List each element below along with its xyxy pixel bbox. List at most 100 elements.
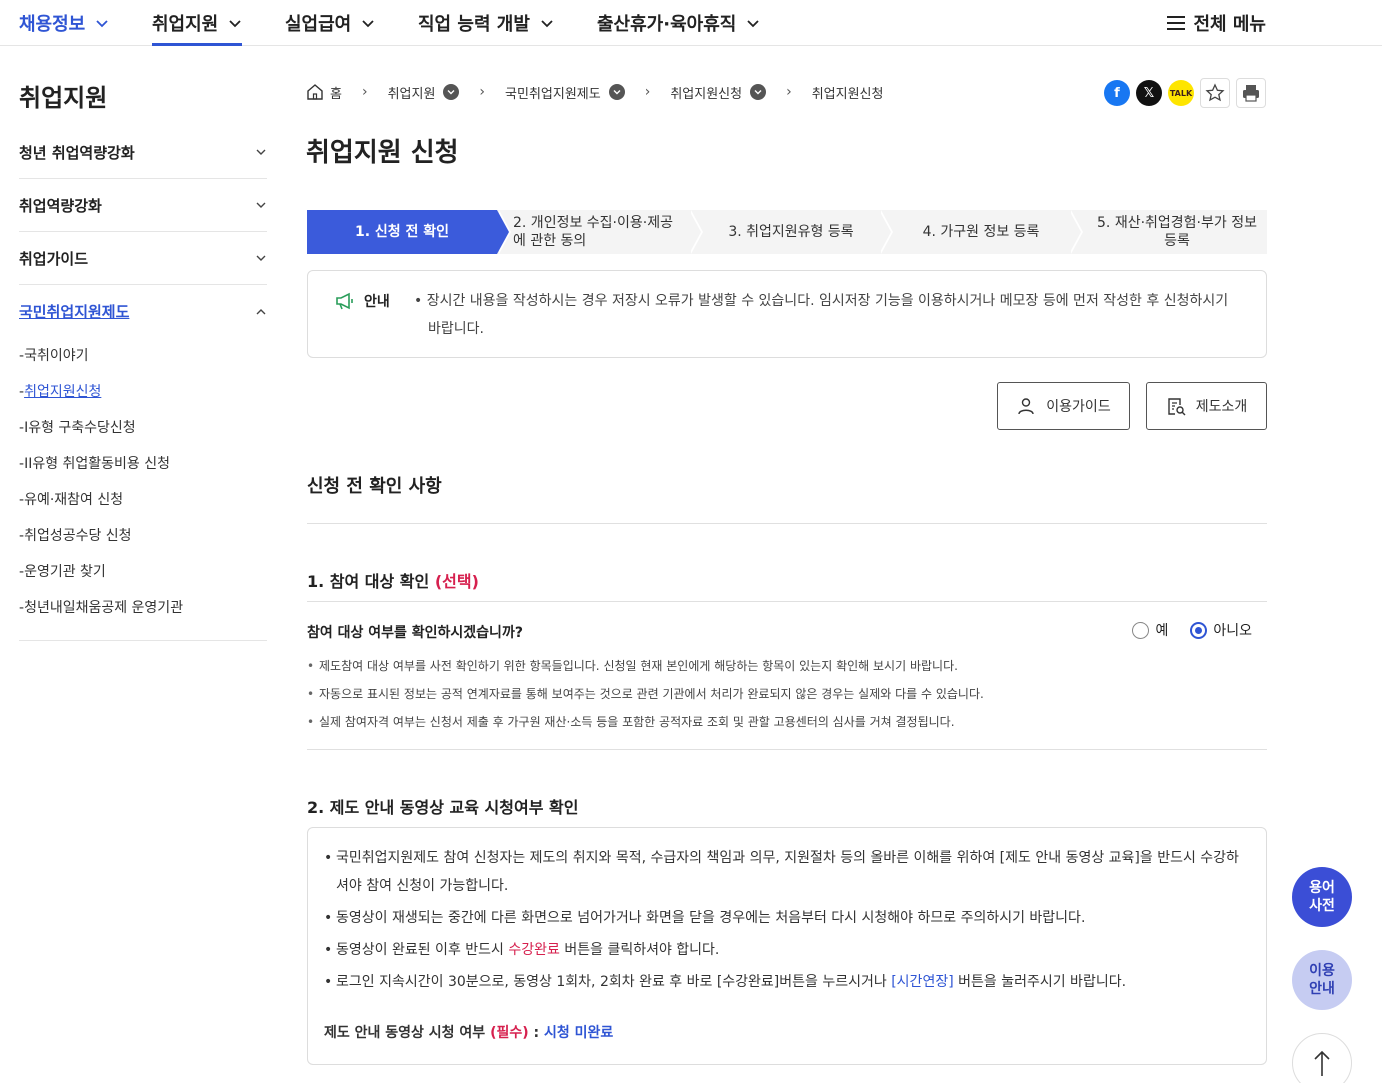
x-twitter-icon[interactable]: 𝕏 bbox=[1136, 80, 1162, 106]
breadcrumb-separator: › bbox=[479, 84, 486, 100]
step-5: 5. 재산·취업경험·부가 정보 등록 bbox=[1069, 210, 1267, 254]
chevron-down-icon bbox=[541, 20, 553, 28]
sidebar-item-national-support[interactable]: 국민취업지원제도 bbox=[19, 285, 267, 338]
sidebar-item-capability[interactable]: 취업역량강화 bbox=[19, 179, 267, 232]
step-2: 2. 개인정보 수집·이용·제공에 관한 동의 bbox=[497, 210, 703, 254]
required-tag: (필수) bbox=[490, 1025, 529, 1041]
notice-label: 안내 bbox=[364, 294, 390, 310]
scroll-top-button[interactable] bbox=[1292, 1033, 1352, 1083]
list-item: 실제 참여자격 여부는 신청서 제출 후 가구원 재산·소득 등을 포함한 공적… bbox=[307, 708, 1267, 736]
chevron-down-icon bbox=[256, 202, 266, 208]
chevron-down-icon bbox=[747, 20, 759, 28]
chevron-down-icon[interactable] bbox=[608, 84, 625, 100]
breadcrumb: 홈 › 취업지원 › 국민취업지원제도 › 취업지원신청 › 취업지원신청 bbox=[306, 80, 883, 104]
eligibility-question: 참여 대상 여부를 확인하시겠습니까? bbox=[307, 625, 523, 641]
breadcrumb-separator: › bbox=[361, 84, 368, 100]
kakaotalk-icon[interactable]: TALK bbox=[1168, 80, 1194, 106]
list-item: 동영상이 완료된 이후 반드시 수강완료 버튼을 클릭하셔야 합니다. bbox=[324, 936, 1244, 964]
nav-item-maternity[interactable]: 출산휴가·육아휴직 bbox=[597, 0, 760, 46]
section1-title: 1. 참여 대상 확인 (선택) bbox=[307, 572, 479, 591]
share-toolbar: f 𝕏 TALK bbox=[1104, 78, 1266, 108]
sidebar-title: 취업지원 bbox=[19, 84, 108, 112]
program-intro-button[interactable]: 제도소개 bbox=[1146, 382, 1267, 430]
sidebar-item-label: 취업역량강화 bbox=[19, 196, 102, 215]
top-navigation: 채용정보 취업지원 실업급여 직업 능력 개발 출산휴가·육아휴직 전체 메뉴 bbox=[0, 0, 1382, 46]
sidebar-item-guide[interactable]: 취업가이드 bbox=[19, 232, 267, 285]
nav-item-unemployment[interactable]: 실업급여 bbox=[285, 0, 375, 46]
sidebar-sub-item[interactable]: -I유형 구축수당신청 bbox=[19, 410, 267, 446]
breadcrumb-home[interactable]: 홈 bbox=[330, 83, 342, 102]
megaphone-icon bbox=[336, 292, 353, 310]
video-notes: 국민취업지원제도 참여 신청자는 제도의 취지와 목적, 수급자의 책임과 의무… bbox=[324, 844, 1244, 1000]
nav-item-employment-support[interactable]: 취업지원 bbox=[152, 0, 243, 46]
optional-tag: (선택) bbox=[434, 572, 479, 591]
chevron-down-icon bbox=[256, 255, 266, 261]
list-item: 국민취업지원제도 참여 신청자는 제도의 취지와 목적, 수급자의 책임과 의무… bbox=[324, 844, 1244, 900]
radio-no-label[interactable]: 아니오 bbox=[1213, 620, 1252, 640]
sidebar-sub-item[interactable]: -취업성공수당 신청 bbox=[19, 518, 267, 554]
sidebar-sub-item[interactable]: -유예·재참여 신청 bbox=[19, 482, 267, 518]
nav-label: 직업 능력 개발 bbox=[418, 14, 530, 35]
video-status: 제도 안내 동영상 시청 여부 (필수) : 시청 미완료 bbox=[324, 1025, 614, 1041]
sidebar-sub-item[interactable]: -II유형 취업활동비용 신청 bbox=[19, 446, 267, 482]
radio-no[interactable] bbox=[1190, 621, 1208, 639]
favorite-star-button[interactable] bbox=[1200, 78, 1230, 108]
sidebar-sub-item-selected[interactable]: -취업지원신청 bbox=[19, 374, 267, 410]
radio-yes-label[interactable]: 예 bbox=[1155, 620, 1168, 640]
chevron-down-icon bbox=[229, 20, 241, 28]
print-button[interactable] bbox=[1236, 78, 1266, 108]
nav-item-skills[interactable]: 직업 능력 개발 bbox=[418, 0, 554, 46]
sidebar-sub-item[interactable]: -청년내일채움공제 운영기관 bbox=[19, 590, 267, 626]
nav-label: 취업지원 bbox=[152, 14, 219, 35]
sidebar-item-label: 취업가이드 bbox=[19, 249, 89, 268]
page-title: 취업지원 신청 bbox=[306, 138, 459, 168]
divider bbox=[307, 601, 1267, 602]
chevron-up-icon bbox=[256, 308, 266, 314]
facebook-icon[interactable]: f bbox=[1104, 80, 1130, 106]
extend-time-ref: [시간연장] bbox=[891, 974, 954, 990]
breadcrumb-item[interactable]: 취업지원신청 bbox=[670, 83, 742, 102]
list-item: 자동으로 표시된 정보는 공적 연계자료를 통해 보여주는 것으로 관련 기관에… bbox=[307, 680, 1267, 708]
sidebar-item-label: 국민취업지원제도 bbox=[19, 303, 130, 321]
sidebar-menu: 청년 취업역량강화 취업역량강화 취업가이드 국민취업지원제도 -국취이야기 -… bbox=[19, 126, 267, 641]
breadcrumb-item[interactable]: 취업지원 bbox=[388, 83, 436, 102]
list-item: 로그인 지속시간이 30분으로, 동영상 1회차, 2회차 완료 후 바로 [수… bbox=[324, 968, 1244, 996]
radio-yes[interactable] bbox=[1132, 621, 1150, 639]
document-search-icon bbox=[1168, 398, 1186, 416]
chevron-down-icon[interactable] bbox=[443, 84, 460, 100]
section-title: 신청 전 확인 사항 bbox=[307, 476, 442, 497]
star-icon bbox=[1205, 83, 1225, 102]
sidebar-submenu: -국취이야기 -취업지원신청 -I유형 구축수당신청 -II유형 취업활동비용 … bbox=[19, 338, 267, 641]
list-item: 동영상이 재생되는 중간에 다른 화면으로 넘어가거나 화면을 닫을 경우에는 … bbox=[324, 904, 1244, 932]
sidebar-item-youth[interactable]: 청년 취업역량강화 bbox=[19, 126, 267, 179]
eligibility-notes: 제도참여 대상 여부를 사전 확인하기 위한 항목들입니다. 신청일 현재 본인… bbox=[307, 652, 1267, 736]
complete-button-ref: 수강완료 bbox=[508, 942, 560, 958]
person-icon bbox=[1018, 398, 1034, 415]
hamburger-icon bbox=[1167, 16, 1186, 30]
nav-label: 채용정보 bbox=[19, 14, 86, 35]
sidebar-item-label: 청년 취업역량강화 bbox=[19, 143, 135, 162]
all-menu-label: 전체 메뉴 bbox=[1193, 14, 1266, 35]
breadcrumb-separator: › bbox=[786, 84, 792, 100]
breadcrumb-item[interactable]: 국민취업지원제도 bbox=[505, 83, 601, 102]
usage-guide-button[interactable]: 이용가이드 bbox=[997, 382, 1130, 430]
sidebar-sub-item[interactable]: -국취이야기 bbox=[19, 338, 267, 374]
list-item: 제도참여 대상 여부를 사전 확인하기 위한 항목들입니다. 신청일 현재 본인… bbox=[307, 652, 1267, 680]
glossary-button[interactable]: 용어 사전 bbox=[1292, 867, 1352, 927]
all-menu-button[interactable]: 전체 메뉴 bbox=[1167, 0, 1266, 46]
step-1: 1. 신청 전 확인 bbox=[307, 210, 511, 254]
arrow-up-icon bbox=[1314, 1050, 1330, 1076]
breadcrumb-current: 취업지원신청 bbox=[811, 86, 884, 102]
sidebar-sub-item[interactable]: -운영기관 찾기 bbox=[19, 554, 267, 590]
chevron-down-icon bbox=[96, 20, 108, 28]
usage-info-button[interactable]: 이용 안내 bbox=[1292, 950, 1352, 1010]
printer-icon bbox=[1243, 85, 1259, 102]
step-4: 4. 가구원 정보 등록 bbox=[879, 210, 1083, 254]
chevron-down-icon[interactable] bbox=[750, 84, 767, 100]
home-icon[interactable] bbox=[306, 83, 324, 101]
nav-item-jobs[interactable]: 채용정보 bbox=[19, 0, 109, 46]
status-value: 시청 미완료 bbox=[543, 1025, 614, 1041]
chevron-down-icon bbox=[362, 20, 374, 28]
notice-box: 안내 • 장시간 내용을 작성하시는 경우 저장시 오류가 발생할 수 있습니다… bbox=[307, 270, 1267, 358]
divider bbox=[307, 523, 1267, 524]
